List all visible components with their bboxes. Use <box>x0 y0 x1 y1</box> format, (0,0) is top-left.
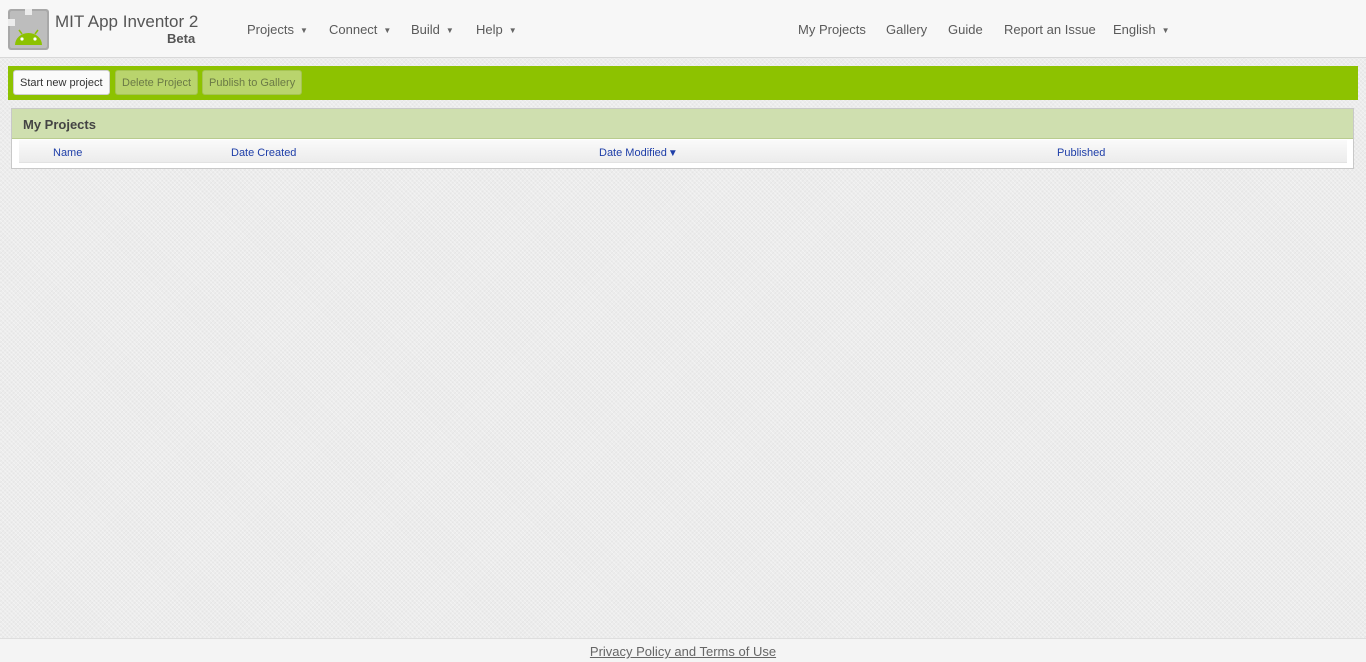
menu-build[interactable]: Build ▼ <box>411 22 454 37</box>
top-bar: MIT App Inventor 2 Beta Projects ▼ Connec… <box>0 0 1366 58</box>
projects-panel: My Projects Name Date Created Date Modif… <box>11 108 1354 169</box>
caret-down-icon: ▼ <box>1161 26 1170 35</box>
sort-desc-icon: ▼ <box>667 148 678 159</box>
language-selector[interactable]: English ▼ <box>1113 22 1170 37</box>
app-subtitle: Beta <box>167 31 196 46</box>
caret-down-icon: ▼ <box>445 26 454 35</box>
caret-down-icon: ▼ <box>383 26 392 35</box>
column-date-modified-label: Date Modified <box>599 147 667 159</box>
publish-to-gallery-button[interactable]: Publish to Gallery <box>202 70 303 95</box>
project-toolbar: Start new project Delete Project Publish… <box>8 66 1358 100</box>
menu-connect[interactable]: Connect ▼ <box>329 22 391 37</box>
projects-table-header: Name Date Created Date Modified▼ Publish… <box>19 140 1347 163</box>
menu-build-label: Build <box>411 22 440 37</box>
start-new-project-button[interactable]: Start new project <box>13 70 110 95</box>
footer: Privacy Policy and Terms of Use <box>0 638 1366 662</box>
delete-project-button[interactable]: Delete Project <box>115 70 199 95</box>
column-name[interactable]: Name <box>53 147 82 159</box>
caret-down-icon: ▼ <box>508 26 517 35</box>
panel-title: My Projects <box>23 117 96 132</box>
app-inventor-logo-icon[interactable] <box>8 9 49 50</box>
caret-down-icon: ▼ <box>299 26 308 35</box>
column-published[interactable]: Published <box>1057 147 1105 159</box>
language-label: English <box>1113 22 1156 37</box>
menu-projects[interactable]: Projects ▼ <box>247 22 308 37</box>
menu-help[interactable]: Help ▼ <box>476 22 517 37</box>
projects-panel-header: My Projects <box>12 109 1353 139</box>
column-date-modified[interactable]: Date Modified▼ <box>599 147 678 159</box>
privacy-policy-link[interactable]: Privacy Policy and Terms of Use <box>590 644 776 659</box>
app-title: MIT App Inventor 2 <box>55 12 199 31</box>
link-gallery[interactable]: Gallery <box>886 22 927 37</box>
link-report-issue[interactable]: Report an Issue <box>1004 22 1096 37</box>
menu-connect-label: Connect <box>329 22 378 37</box>
column-date-created[interactable]: Date Created <box>231 147 296 159</box>
link-guide[interactable]: Guide <box>948 22 983 37</box>
menu-projects-label: Projects <box>247 22 294 37</box>
menu-help-label: Help <box>476 22 503 37</box>
link-my-projects[interactable]: My Projects <box>798 22 866 37</box>
